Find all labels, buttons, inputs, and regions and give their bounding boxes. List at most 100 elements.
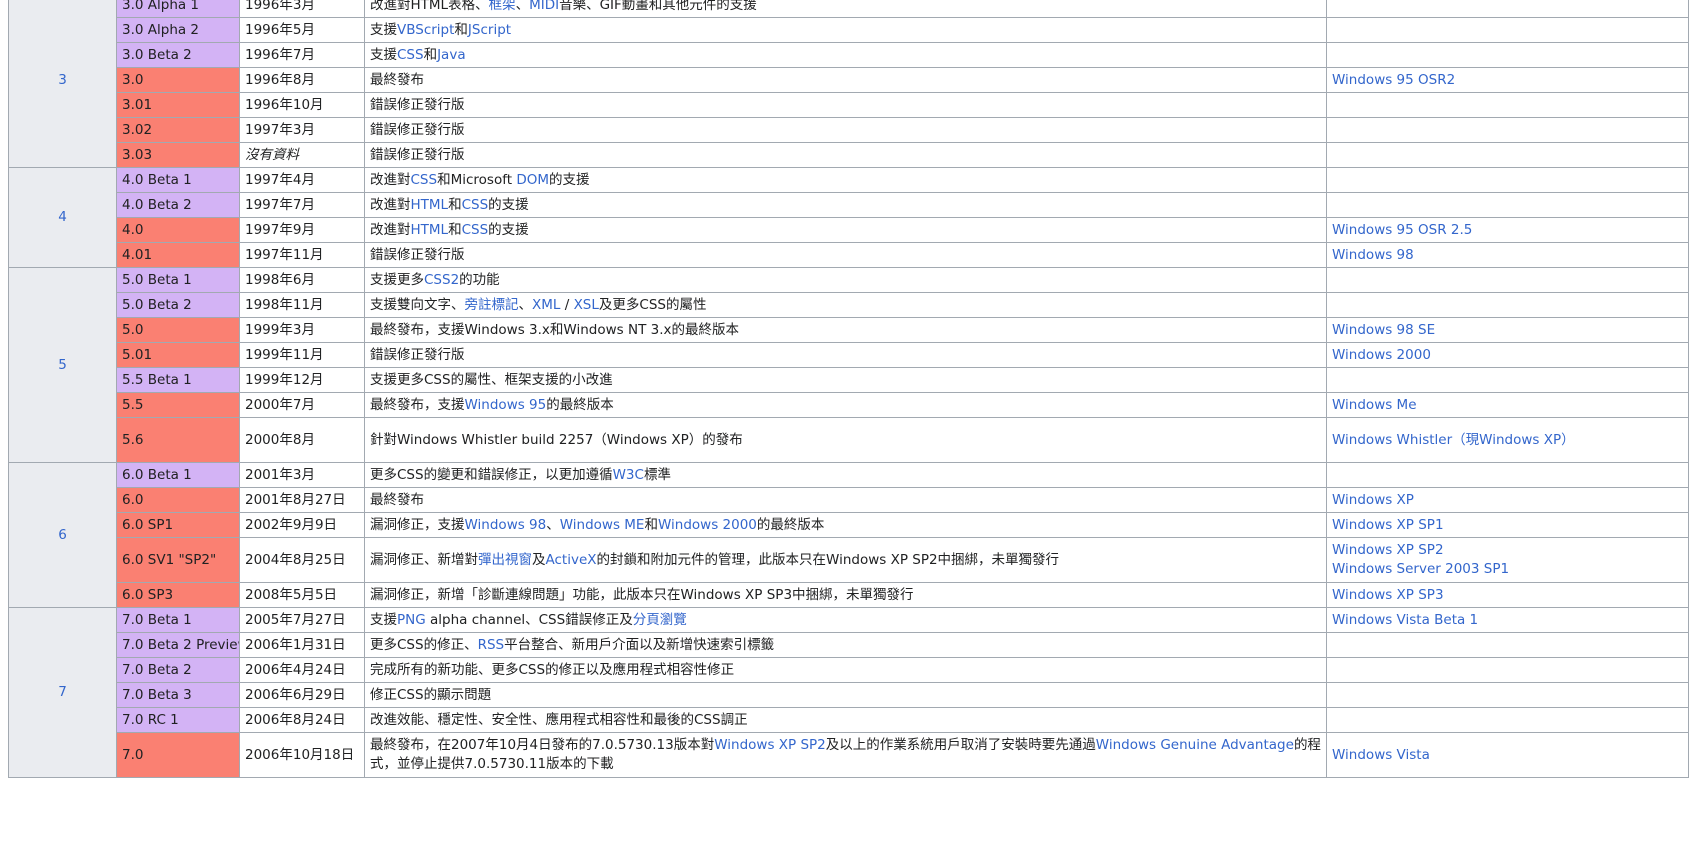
- description-text: 的最終版本: [756, 516, 825, 533]
- bundled-windows-cell: Windows XP: [1326, 487, 1689, 513]
- windows-version-link[interactable]: Windows XP SP2: [1332, 541, 1683, 560]
- major-version-cell[interactable]: 7: [8, 607, 117, 778]
- major-version-cell[interactable]: 5: [8, 267, 117, 463]
- description-cell: 改進效能、穩定性、安全性、應用程式相容性和最後的CSS調正: [364, 707, 1327, 733]
- windows-version-link[interactable]: Windows 98: [1332, 247, 1414, 263]
- table-row: 3.0 Beta 2 1996年7月 支援CSS和Java: [9, 42, 1689, 68]
- version-cell: 6.0 SP1: [116, 512, 240, 538]
- windows-version-link[interactable]: Windows 98 SE: [1332, 322, 1435, 338]
- bundled-windows-cell: Windows Vista: [1326, 732, 1689, 778]
- description-text: 音樂、GIF動畫和其他元件的支援: [559, 0, 757, 13]
- description-text: 支援更多CSS的屬性、框架支援的小改進: [370, 371, 613, 388]
- windows-version-link[interactable]: Windows XP: [1332, 492, 1414, 508]
- windows-version-link[interactable]: Windows XP SP3: [1332, 587, 1444, 603]
- table-row: 5.0 1999年3月 最終發布，支援Windows 3.x和Windows NT …: [9, 317, 1689, 343]
- version-cell: 6.0: [116, 487, 240, 513]
- description-cell: 錯誤修正發行版: [364, 117, 1327, 143]
- table-row: 6.0 SV1 "SP2" 2004年8月25日 漏洞修正、新增對彈出視窗及Acti…: [9, 537, 1689, 583]
- bundled-windows-cell: [1326, 632, 1689, 658]
- description-link[interactable]: CSS2: [424, 272, 459, 288]
- release-date-cell: 2006年1月31日: [239, 632, 365, 658]
- description-link[interactable]: CSS: [462, 197, 489, 213]
- release-date-cell: 1998年6月: [239, 267, 365, 293]
- description-text: 錯誤修正發行版: [370, 346, 465, 363]
- bundled-windows-cell: [1326, 657, 1689, 683]
- description-link[interactable]: Windows 95: [465, 397, 547, 413]
- description-link[interactable]: HTML: [411, 197, 449, 213]
- description-link[interactable]: PNG: [397, 612, 426, 628]
- windows-version-link[interactable]: Windows Vista: [1332, 747, 1430, 763]
- table-row: 7.0 Beta 3 2006年6月29日 修正CSS的顯示問題: [9, 682, 1689, 708]
- windows-version-link[interactable]: Windows XP SP1: [1332, 517, 1444, 533]
- description-text: 的支援: [548, 171, 590, 188]
- version-cell: 3.0 Alpha 2: [116, 17, 240, 43]
- description-link[interactable]: Windows ME: [560, 517, 645, 533]
- windows-version-link[interactable]: Windows 95 OSR2: [1332, 72, 1455, 88]
- windows-version-link[interactable]: Windows Me: [1332, 397, 1417, 413]
- description-link[interactable]: 框架: [489, 0, 516, 13]
- description-link[interactable]: ActiveX: [546, 552, 597, 568]
- description-link[interactable]: HTML: [411, 222, 449, 238]
- description-text: 錯誤修正發行版: [370, 246, 465, 263]
- description-link[interactable]: Java: [437, 47, 466, 63]
- description-link[interactable]: XSL: [574, 297, 599, 313]
- description-link[interactable]: 分頁瀏覽: [633, 612, 687, 628]
- table-row: 6 6.0 Beta 1 2001年3月 更多CSS的變更和錯誤修正，以更加遵循W3C…: [8, 462, 1689, 608]
- windows-version-link[interactable]: Windows 95 OSR 2.5: [1332, 222, 1472, 238]
- description-cell: 支援PNG alpha channel、CSS錯誤修正及分頁瀏覽: [364, 607, 1327, 633]
- version-cell: 7.0 Beta 2 Preview: [116, 632, 240, 658]
- description-cell: 改進對CSS和Microsoft DOM的支援: [364, 167, 1327, 193]
- release-date-cell: 2006年6月29日: [239, 682, 365, 708]
- description-cell: 改進對HTML和CSS的支援: [364, 192, 1327, 218]
- windows-version-link[interactable]: Windows 2000: [1332, 347, 1431, 363]
- description-text: 針對Windows Whistler build 2257（Windows XP…: [370, 431, 743, 448]
- version-cell: 6.0 SV1 "SP2": [116, 537, 240, 583]
- version-cell: 3.01: [116, 92, 240, 118]
- version-cell: 5.5: [116, 392, 240, 418]
- description-link[interactable]: RSS: [478, 637, 505, 653]
- description-link[interactable]: JScript: [468, 22, 511, 38]
- description-link[interactable]: Windows 98: [465, 517, 547, 533]
- version-cell: 4.0 Beta 1: [116, 167, 240, 193]
- description-link[interactable]: DOM: [516, 172, 549, 188]
- description-link[interactable]: Windows Genuine Advantage: [1096, 737, 1294, 753]
- description-link[interactable]: CSS: [462, 222, 489, 238]
- bundled-windows-cell: Windows XP SP2 Windows Server 2003 SP1: [1326, 537, 1689, 583]
- description-text: 和: [448, 196, 462, 213]
- description-text: alpha channel、CSS錯誤修正及: [425, 611, 633, 628]
- description-text: /: [560, 296, 574, 313]
- bundled-windows-cell: Windows 2000: [1326, 342, 1689, 368]
- description-link[interactable]: 旁註標記: [465, 297, 519, 313]
- release-date-cell: 1996年7月: [239, 42, 365, 68]
- major-version-cell[interactable]: 4: [8, 167, 117, 268]
- version-cell: 6.0 Beta 1: [116, 462, 240, 488]
- description-text: 更多CSS的修正、: [370, 636, 478, 653]
- windows-version-link[interactable]: Windows Whistler（現Windows XP）: [1332, 432, 1575, 448]
- description-link[interactable]: VBScript: [397, 22, 454, 38]
- description-link[interactable]: Windows XP SP2: [714, 737, 826, 753]
- description-link[interactable]: W3C: [613, 467, 644, 483]
- windows-version-link[interactable]: Windows Server 2003 SP1: [1332, 560, 1683, 579]
- description-link[interactable]: XML: [532, 297, 560, 313]
- description-cell: 支援更多CSS2的功能: [364, 267, 1327, 293]
- description-link[interactable]: CSS: [411, 172, 438, 188]
- table-row: 4 4.0 Beta 1 1997年4月 改進對CSS和Microsoft DOM的支…: [8, 167, 1689, 268]
- description-cell: 最終發布，支援Windows 3.x和Windows NT 3.x的最終版本: [364, 317, 1327, 343]
- version-cell: 3.03: [116, 142, 240, 168]
- release-date-cell: 1997年3月: [239, 117, 365, 143]
- description-link[interactable]: 彈出視窗: [478, 552, 532, 568]
- release-date-cell: 1996年3月: [239, 0, 365, 18]
- description-link[interactable]: Windows 2000: [658, 517, 757, 533]
- windows-version-link[interactable]: Windows Vista Beta 1: [1332, 612, 1478, 628]
- description-link[interactable]: MIDI: [529, 0, 559, 13]
- major-version-cell[interactable]: 6: [8, 462, 117, 608]
- table-row: 6.0 SP1 2002年9月9日 漏洞修正，支援Windows 98、Window…: [9, 512, 1689, 538]
- description-text: 支援雙向文字、: [370, 296, 465, 313]
- bundled-windows-cell: [1326, 292, 1689, 318]
- major-version-cell[interactable]: 3: [8, 0, 117, 168]
- release-date-cell: 1999年11月: [239, 342, 365, 368]
- description-cell: 最終發布: [364, 487, 1327, 513]
- description-text: 錯誤修正發行版: [370, 146, 465, 163]
- description-link[interactable]: CSS: [397, 47, 424, 63]
- version-cell: 7.0 Beta 2: [116, 657, 240, 683]
